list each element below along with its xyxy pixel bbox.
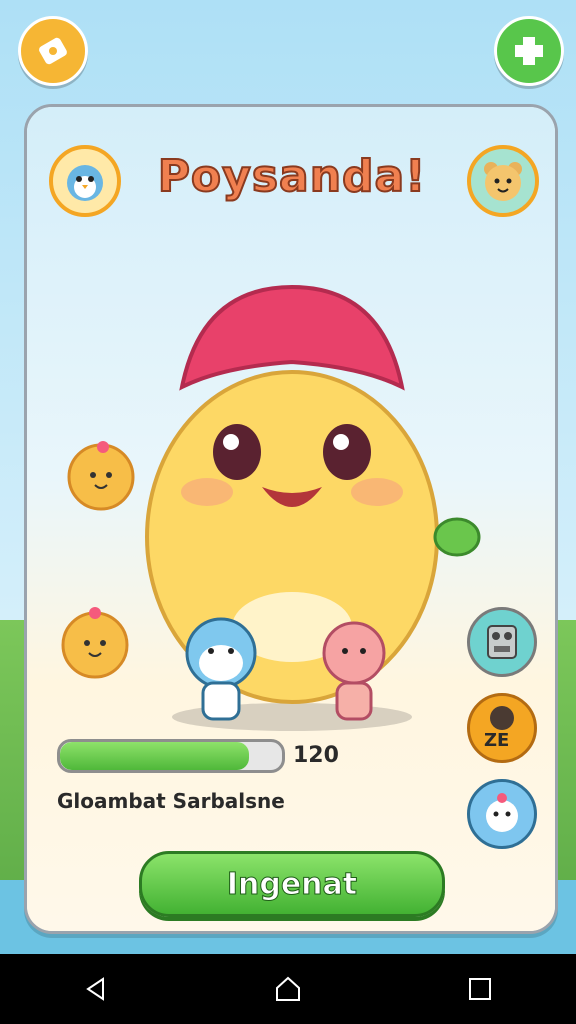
ticket-icon [39, 37, 67, 65]
nav-recents-button[interactable] [460, 969, 500, 1009]
status-text: Gloambat Sarbalsne [57, 789, 285, 813]
nav-home-button[interactable] [268, 969, 308, 1009]
buddy-pink[interactable] [317, 613, 391, 727]
bear-badge-button[interactable]: ZE [467, 693, 537, 763]
progress-bar [57, 739, 285, 773]
puzzle-icon [515, 37, 543, 65]
home-icon [276, 976, 300, 1001]
square-icon [469, 978, 491, 1000]
avatar-bear[interactable] [467, 145, 539, 217]
penguin-icon [67, 165, 103, 201]
robot-avatar-button[interactable] [467, 607, 537, 677]
ingenat-button[interactable]: Ingenat [139, 851, 445, 917]
character-panel: Poysanda! ZE 120 Gloambat Sarbalsne Inge… [24, 104, 558, 934]
robot-icon [487, 625, 517, 659]
avatar-penguin[interactable] [49, 145, 121, 217]
panel-title: Poysanda! [157, 150, 427, 203]
bear-icon [484, 162, 522, 201]
tickets-button[interactable] [18, 16, 88, 86]
back-triangle-icon [86, 977, 104, 1001]
side-char-bottom[interactable] [57, 603, 133, 679]
android-nav-bar [0, 954, 576, 1024]
buddy-blue[interactable] [179, 613, 263, 727]
cat-icon [486, 793, 518, 832]
nav-back-button[interactable] [76, 969, 116, 1009]
side-char-top[interactable] [63, 437, 139, 513]
badge-label: ZE [484, 730, 510, 751]
progress-fill [60, 742, 249, 770]
puzzle-button[interactable] [494, 16, 564, 86]
progress-value: 120 [293, 743, 339, 768]
dark-bear-icon [490, 706, 514, 730]
cat-avatar-button[interactable] [467, 779, 537, 849]
